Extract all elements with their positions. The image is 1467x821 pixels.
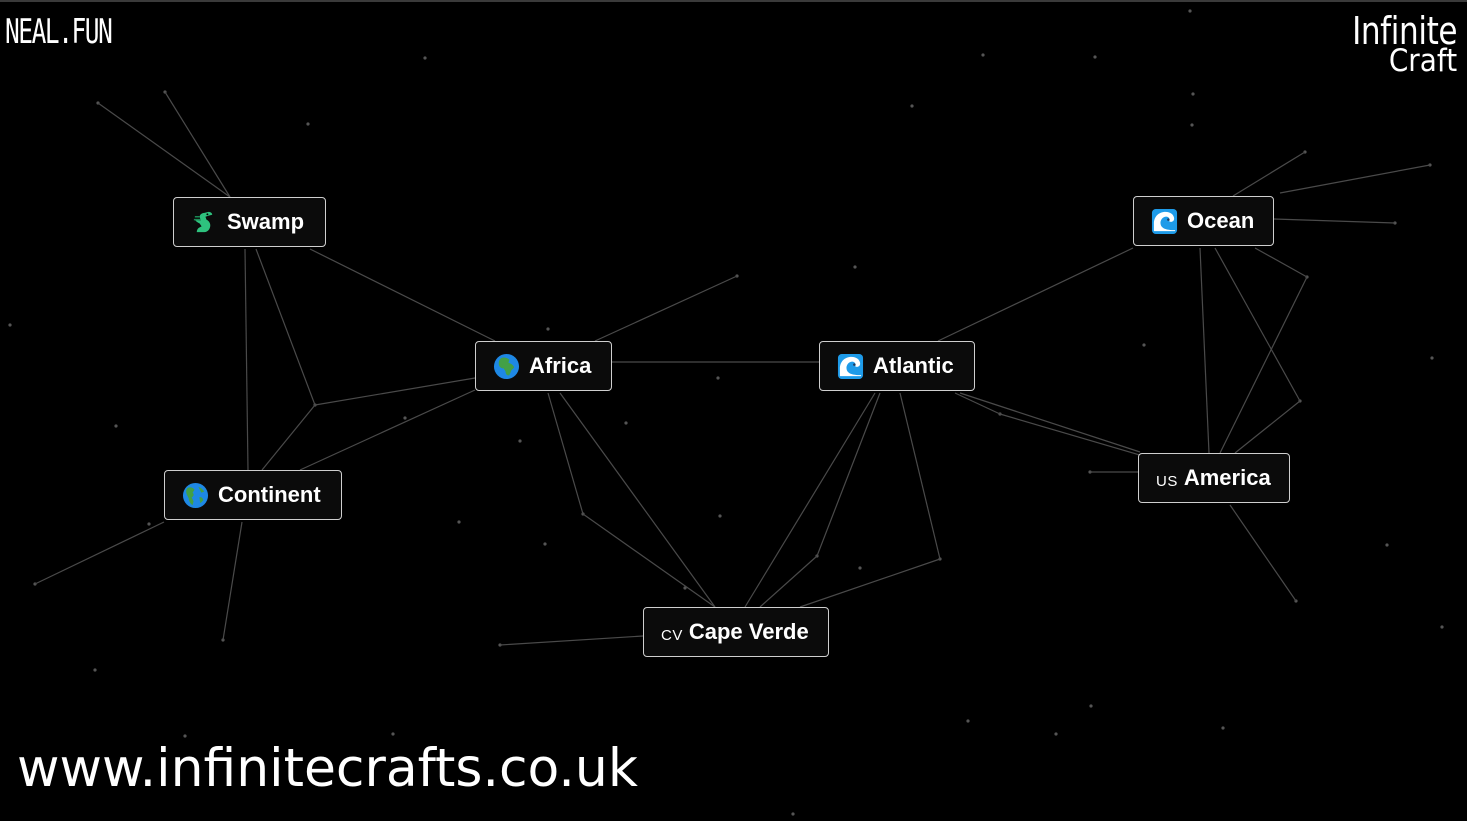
- star-dot: [1054, 732, 1058, 736]
- element-america[interactable]: us America: [1138, 453, 1290, 503]
- star-dot: [546, 327, 550, 331]
- element-label: America: [1183, 465, 1271, 490]
- star-dot: [1385, 543, 1389, 547]
- connection-line: [97, 102, 231, 198]
- infinite-craft-logo: Infinite Craft: [1329, 12, 1457, 77]
- connection-line: [816, 392, 881, 557]
- star-dot: [391, 732, 395, 736]
- website-watermark: www.infinitecrafts.co.uk: [17, 738, 638, 799]
- connection-line: [309, 248, 496, 342]
- flag-cv-icon: cv: [661, 622, 683, 645]
- element-cape-verde[interactable]: cv Cape Verde: [643, 607, 829, 657]
- star-dot: [457, 520, 461, 524]
- connection-line: [594, 275, 738, 342]
- star-dot: [306, 122, 310, 126]
- star-dot: [1190, 123, 1194, 127]
- element-swamp[interactable]: Swamp: [173, 197, 326, 247]
- star-dot: [910, 104, 914, 108]
- brand-line-2: Craft: [1388, 43, 1457, 79]
- connection-line: [1234, 400, 1301, 454]
- star-dot: [1430, 356, 1434, 360]
- star-dot: [423, 56, 427, 60]
- element-label: Swamp: [227, 209, 305, 234]
- star-dot: [1142, 343, 1146, 347]
- connection-line: [164, 91, 231, 198]
- connection-line: [261, 404, 316, 471]
- connection-line: [1232, 151, 1306, 197]
- star-dot: [858, 566, 862, 570]
- connection-line: [255, 248, 316, 406]
- connection-line: [559, 392, 716, 608]
- connection-line: [999, 413, 1151, 459]
- connection-lines: [34, 91, 1431, 646]
- star-dot: [1221, 726, 1225, 730]
- star-dot: [718, 514, 722, 518]
- connection-line: [759, 555, 818, 608]
- element-africa[interactable]: Africa: [475, 341, 612, 391]
- crocodile-icon: [191, 209, 218, 236]
- connection-line: [1254, 247, 1308, 278]
- neal-fun-logo[interactable]: NEAL.FUN: [5, 12, 113, 52]
- star-dot: [1191, 92, 1195, 96]
- connection-line: [582, 513, 716, 608]
- connection-line: [959, 392, 1141, 453]
- star-dot: [1093, 55, 1097, 59]
- connection-web: [8, 9, 1444, 816]
- star-dot: [1440, 625, 1444, 629]
- connection-line: [899, 392, 941, 560]
- star-dot: [624, 421, 628, 425]
- star-dot: [791, 812, 795, 816]
- element-atlantic[interactable]: Atlantic: [819, 341, 975, 391]
- star-dot: [403, 416, 407, 420]
- star-dot: [853, 265, 857, 269]
- element-label: Cape Verde: [688, 619, 809, 644]
- starfield: [8, 9, 1444, 816]
- element-label: Africa: [529, 353, 592, 378]
- star-dot: [8, 323, 12, 327]
- connection-line: [547, 392, 584, 515]
- connection-line: [1199, 247, 1210, 454]
- connection-line: [1273, 218, 1396, 224]
- element-ocean[interactable]: Ocean: [1133, 196, 1274, 246]
- connection-line: [1219, 276, 1308, 454]
- star-dot: [543, 542, 547, 546]
- water-wave-icon: [1151, 208, 1178, 235]
- element-label: Atlantic: [873, 353, 954, 378]
- connection-line: [299, 389, 476, 471]
- connection-line: [744, 392, 876, 608]
- element-label: Ocean: [1187, 208, 1255, 233]
- connection-line: [1279, 164, 1431, 194]
- flag-us-icon: us: [1156, 468, 1178, 491]
- connection-line: [34, 521, 165, 585]
- connection-line: [499, 635, 644, 646]
- connection-line: [244, 248, 249, 471]
- star-dot: [93, 668, 97, 672]
- connection-line: [799, 558, 941, 608]
- globe-africa-icon: [493, 353, 520, 380]
- star-dot: [981, 53, 985, 57]
- element-continent[interactable]: Continent: [164, 470, 342, 520]
- star-dot: [716, 376, 720, 380]
- star-dot: [1188, 9, 1192, 13]
- star-dot: [518, 439, 522, 443]
- connection-line: [1229, 504, 1297, 602]
- globe-americas-icon: [182, 482, 209, 509]
- star-dot: [114, 424, 118, 428]
- connection-line: [937, 247, 1134, 342]
- star-dot: [147, 522, 151, 526]
- element-label: Continent: [218, 482, 321, 507]
- star-dot: [966, 719, 970, 723]
- connection-line: [222, 521, 243, 641]
- water-wave-icon: [837, 353, 864, 380]
- star-dot: [1089, 704, 1093, 708]
